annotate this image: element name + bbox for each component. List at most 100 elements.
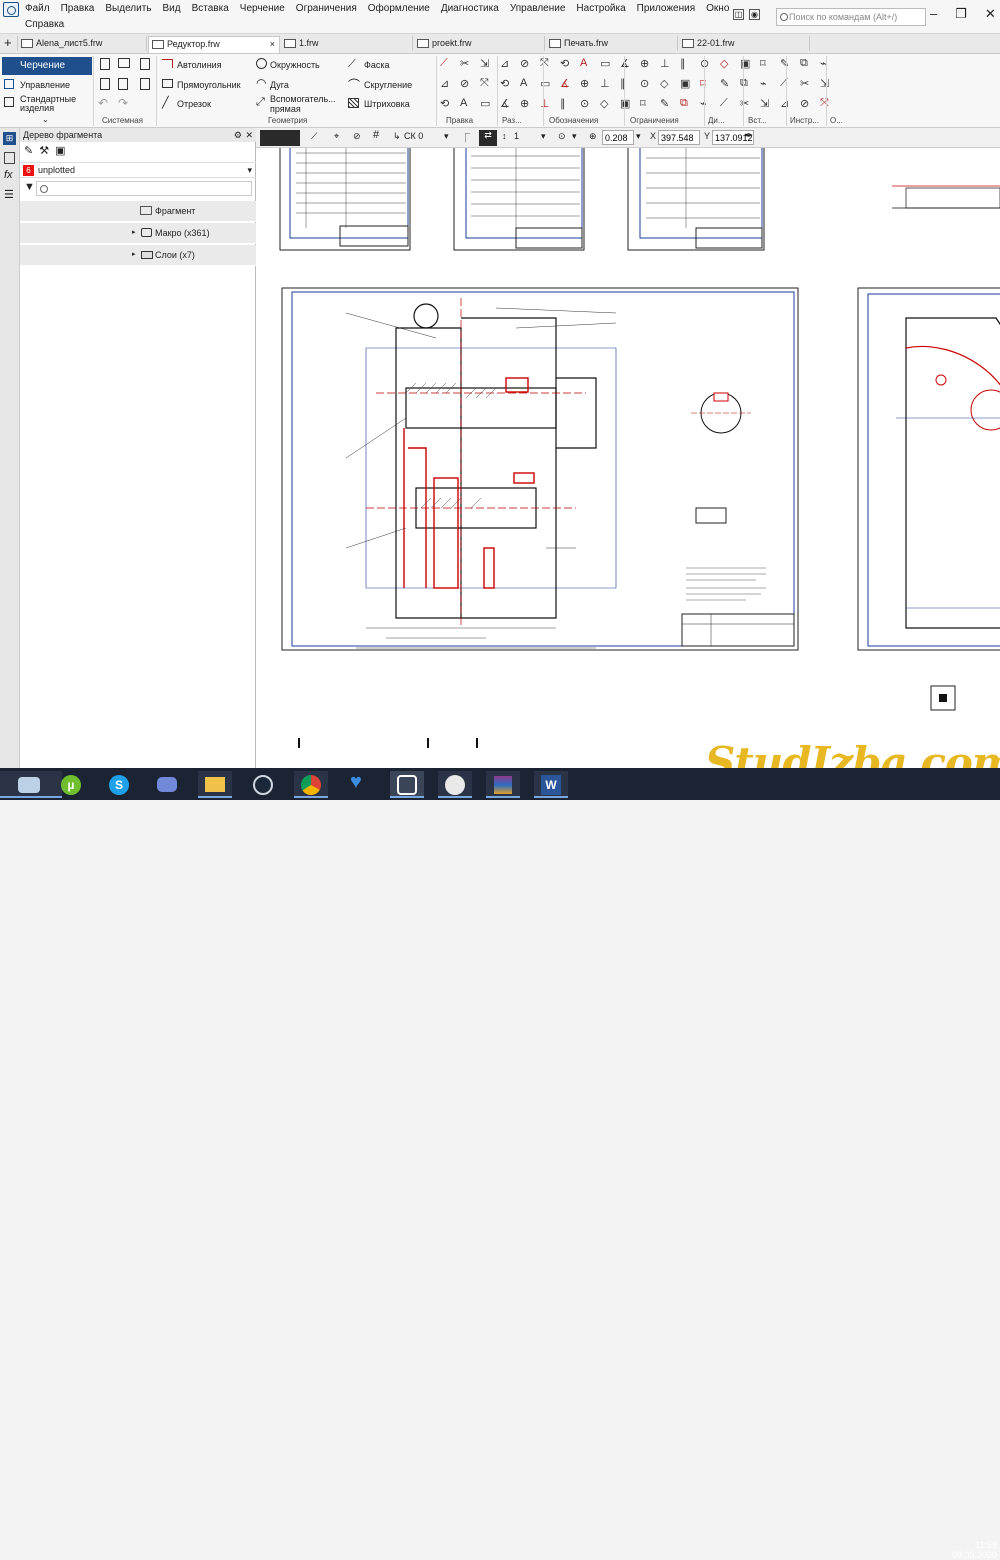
mode-standard-parts[interactable]: Стандартные изделия — [20, 95, 80, 113]
mode-manage[interactable]: Управление — [20, 80, 70, 91]
menu-select[interactable]: Выделить — [105, 3, 151, 14]
taskbar-utorrent[interactable]: µ — [54, 771, 88, 798]
ribbon-tool-icon[interactable]: ▣ — [620, 97, 630, 110]
ribbon-tool-icon[interactable]: A — [520, 77, 527, 89]
variables-icon[interactable]: fx — [4, 169, 13, 181]
menu-help[interactable]: Справка — [25, 19, 64, 30]
menu-apps[interactable]: Приложения — [637, 3, 696, 14]
menu-view[interactable]: Вид — [163, 3, 181, 14]
panel-toggle-icon[interactable]: ◫ — [733, 9, 744, 20]
ribbon-tool-icon[interactable]: ▭ — [480, 97, 490, 110]
close-icon[interactable]: ✕ — [985, 6, 996, 22]
ribbon-tool-icon[interactable]: A — [460, 97, 467, 109]
taskbar-snipping[interactable] — [438, 771, 472, 798]
chevron-down-icon[interactable]: ▾ — [636, 131, 641, 142]
eyedropper-icon[interactable]: ✒ — [744, 129, 753, 142]
zoom-input[interactable] — [602, 130, 634, 145]
ribbon-tool-icon[interactable]: ▭ — [600, 57, 610, 70]
ortho-icon[interactable]: ⎾ — [461, 131, 470, 144]
restore-icon[interactable]: ❐ — [955, 6, 967, 22]
tab-1[interactable]: 1.frw — [281, 36, 411, 53]
expand-arrow-icon[interactable]: ▸ — [132, 228, 136, 236]
ribbon-tool-icon[interactable]: ⊙ — [640, 77, 649, 90]
taskbar-app-heart[interactable]: ♥ — [342, 771, 376, 798]
image-icon[interactable]: ▣ — [55, 144, 65, 157]
save-icon[interactable] — [140, 58, 150, 70]
properties-icon[interactable] — [4, 152, 15, 164]
gear-icon[interactable]: ⚙ — [234, 128, 242, 142]
menu-constraints[interactable]: Ограничения — [296, 3, 357, 14]
ribbon-tool-icon[interactable]: ⊘ — [460, 77, 469, 90]
ribbon-tool-icon[interactable]: ◇ — [720, 57, 728, 70]
geom-rectangle[interactable]: Прямоугольник — [177, 80, 241, 91]
ribbon-tool-icon[interactable]: ⤧ — [480, 77, 489, 90]
taskbar-steam[interactable] — [246, 771, 280, 798]
taskbar-app-current[interactable] — [0, 771, 62, 798]
close-icon[interactable]: ✕ — [245, 128, 253, 142]
menu-edit[interactable]: Правка — [61, 3, 95, 14]
minimize-icon[interactable]: – — [930, 6, 937, 22]
dynamic-input-icon[interactable]: ⇄ — [479, 130, 497, 146]
ribbon-tool-icon[interactable]: ⟋ — [440, 57, 448, 70]
ribbon-tool-icon[interactable]: ⌁ — [760, 77, 767, 90]
chevron-down-icon[interactable]: ▾ — [572, 131, 577, 142]
taskbar-chrome[interactable] — [294, 771, 328, 798]
undo-icon[interactable]: ↶ — [98, 96, 108, 110]
ribbon-tool-icon[interactable]: ⊿ — [780, 97, 789, 110]
ribbon-tool-icon[interactable]: ⧉ — [680, 97, 688, 110]
ribbon-tool-icon[interactable]: ∡ — [500, 97, 510, 110]
taskbar-explorer[interactable] — [198, 771, 232, 798]
snap-icon[interactable]: ⟋ — [311, 131, 317, 142]
snap-mode-button[interactable] — [260, 130, 300, 146]
layers-icon[interactable]: ☰ — [4, 188, 14, 201]
taskbar-skype[interactable]: S — [102, 771, 136, 798]
tab-proekt[interactable]: proekt.frw — [414, 36, 544, 53]
grid-icon[interactable]: # — [373, 129, 379, 141]
geom-arc[interactable]: Дуга — [270, 80, 289, 91]
geom-segment[interactable]: Отрезок — [177, 99, 211, 110]
command-search-input[interactable]: Поиск по командам (Alt+/) — [776, 8, 926, 26]
app-logo-icon[interactable] — [3, 2, 19, 17]
ribbon-tool-icon[interactable]: ⊕ — [580, 77, 589, 90]
ribbon-tool-icon[interactable]: ⊕ — [520, 97, 529, 110]
ribbon-tool-icon[interactable]: ⊘ — [800, 97, 809, 110]
taskbar-word[interactable]: W — [534, 771, 568, 798]
chevron-down-icon[interactable]: ▾ — [444, 131, 449, 142]
ribbon-tool-icon[interactable]: ∥ — [560, 97, 566, 110]
ribbon-tool-icon[interactable]: ⧉ — [800, 57, 808, 70]
ribbon-tool-icon[interactable]: ⊥ — [540, 97, 550, 110]
tab-alena[interactable]: Alena_лист5.frw — [18, 36, 145, 53]
ribbon-tool-icon[interactable]: ✂ — [460, 57, 469, 70]
ribbon-tool-icon[interactable]: ⇲ — [480, 57, 489, 70]
menu-diagnostics[interactable]: Диагностика — [441, 3, 499, 14]
geom-circle[interactable]: Окружность — [270, 60, 320, 71]
system-clock[interactable]: 11:58 09.03.2020 — [945, 1540, 997, 1560]
ribbon-tool-icon[interactable]: ⟲ — [560, 57, 569, 70]
layer-select[interactable]: 6 unplotted ▾ — [20, 162, 256, 178]
taskbar-winrar[interactable] — [486, 771, 520, 798]
cursor-icon[interactable]: ⌖ — [334, 131, 339, 142]
menu-manage[interactable]: Управление — [510, 3, 566, 14]
x-coordinate-input[interactable] — [658, 130, 700, 145]
mode-drawing[interactable]: Черчение — [2, 57, 92, 75]
geom-aux-line[interactable]: Вспомогатель... прямая — [270, 94, 342, 114]
tree-config-icon[interactable]: ⚒ — [39, 144, 49, 157]
ribbon-tool-icon[interactable]: ⊕ — [640, 57, 649, 70]
ribbon-tool-icon[interactable]: ✎ — [660, 97, 669, 110]
chevron-down-icon[interactable]: ▾ — [541, 131, 546, 142]
tab-print[interactable]: Печать.frw — [546, 36, 676, 53]
print-icon[interactable] — [100, 78, 110, 90]
geom-fillet[interactable]: Скругление — [364, 80, 412, 91]
new-tab-icon[interactable]: + — [4, 35, 12, 50]
zoom-icon[interactable]: ⊕ — [589, 131, 597, 142]
ribbon-tool-icon[interactable]: ⊙ — [580, 97, 589, 110]
menu-file[interactable]: Файл — [25, 3, 50, 14]
ribbon-tool-icon[interactable]: ⊿ — [440, 77, 449, 90]
tree-item-macro[interactable]: ▸ Макро (x361) — [20, 223, 256, 244]
ribbon-tool-icon[interactable]: ◇ — [600, 97, 608, 110]
ribbon-tool-icon[interactable]: ⊿ — [500, 57, 509, 70]
ribbon-tool-icon[interactable]: ⌑ — [640, 97, 646, 110]
ribbon-tool-icon[interactable]: ▭ — [540, 77, 550, 90]
open-folder-icon[interactable] — [118, 58, 130, 68]
round-icon[interactable]: ⊘ — [353, 131, 361, 142]
